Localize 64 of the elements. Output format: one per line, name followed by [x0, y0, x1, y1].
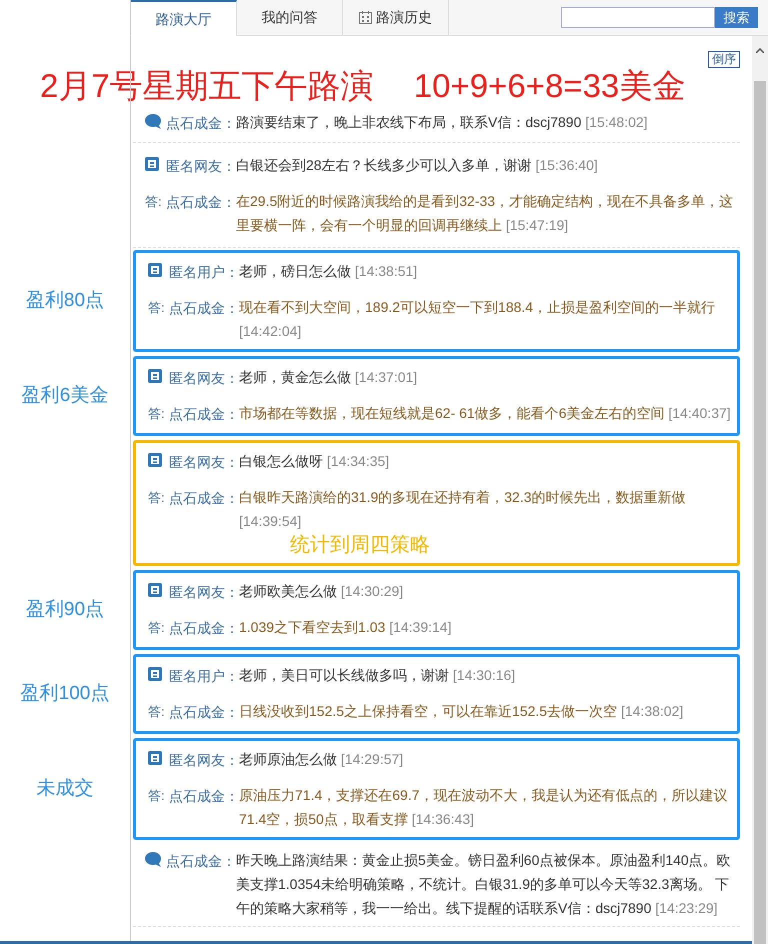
- calendar-icon: [359, 11, 372, 24]
- message-text: 昨天晚上路演结果：黄金止损5美金。镑日盈利60点被保本。原油盈利140点。欧美支撑1.0354未给明确策略，不统计。白银31.9的多单可以今天等32.3离场。 下午的策略大家稍等，我一一给出。线下提醒的话联系V信：dscj7890 [14:23:29]: [236, 851, 732, 918]
- answer-label: 答:: [148, 490, 165, 505]
- user-icon: [148, 583, 162, 597]
- answer-label: 答:: [148, 788, 165, 803]
- answer-label: 答:: [148, 406, 165, 421]
- annotation-label: 盈利80点: [26, 288, 104, 313]
- author-name: 点石成金：: [169, 619, 239, 638]
- message-text: 白银昨天路演给的31.9的多现在还持有着，32.3的时候先出，数据重新做 [14:39:54]: [239, 488, 686, 531]
- author-name: 点石成金：: [169, 489, 239, 508]
- user-icon: [148, 751, 162, 765]
- message-text: 市场都在等数据，现在短线就是62- 61做多，能看个6美金左右的空间 [14:40:37]: [239, 404, 732, 423]
- scrollbar-thumb[interactable]: [754, 81, 766, 944]
- user-icon: [145, 157, 159, 171]
- scrollbar[interactable]: [752, 36, 768, 944]
- headline-text: 2月7号星期五下午路演: [40, 68, 374, 104]
- author-name: 匿名网友：: [169, 453, 239, 472]
- scroll-up-icon[interactable]: [756, 48, 764, 53]
- message-text: 1.039之下看空去到1.03 [14:39:14]: [239, 618, 452, 637]
- message-text: 老师，磅日怎么做 [14:38:51]: [239, 262, 418, 281]
- author-name: 匿名用户：: [169, 263, 239, 282]
- user-icon: [148, 263, 162, 277]
- annotation-label: 未成交: [36, 776, 94, 801]
- author-name: 匿名网友：: [169, 369, 239, 388]
- author-name: 点石成金：: [166, 193, 236, 212]
- user-icon: [148, 667, 162, 681]
- message-text: 在29.5附近的时候路演我给的是看到32-33，才能确定结构，现在不具备多单，这里要横一阵，会有一个明显的回调再继续上 [15:47:19]: [236, 192, 734, 235]
- message-text: 老师欧美怎么做 [14:30:29]: [239, 582, 404, 601]
- answer-label: 答:: [148, 704, 165, 719]
- headline-text: 10+9+6+8=33美金: [414, 68, 686, 104]
- message-text: 老师原油怎么做 [14:29:57]: [239, 750, 404, 769]
- tab[interactable]: 路演大厅: [131, 0, 237, 36]
- author-name: 点石成金：: [169, 787, 239, 806]
- message-text: 白银怎么做呀 [14:34:35]: [239, 452, 390, 471]
- answer-label: 答:: [145, 194, 162, 209]
- speech-bubble-icon: [145, 114, 162, 129]
- search-field[interactable]: [561, 7, 715, 28]
- user-icon: [148, 369, 162, 383]
- message-text: 原油压力71.4，支撑还在69.7，现在波动不大，我是认为还有低点的，所以建议71.4空，损50点，取看支撑 [14:36:43]: [239, 786, 728, 829]
- message-text: 老师，黄金怎么做 [14:37:01]: [239, 368, 418, 387]
- search-button[interactable]: 搜索: [715, 7, 758, 28]
- author-name: 点石成金：: [169, 405, 239, 424]
- author-name: 点石成金：: [166, 114, 236, 133]
- author-name: 点石成金：: [166, 852, 236, 871]
- message-text: 白银还会到28左右？长线多少可以入多单，谢谢 [15:36:40]: [236, 156, 599, 175]
- answer-label: 答:: [148, 620, 165, 635]
- author-name: 匿名网友：: [166, 157, 236, 176]
- message-text: 日线没收到152.5之上保持看空，可以在靠近152.5去做一次空 [14:38:02]: [239, 702, 684, 721]
- author-name: 点石成金：: [169, 703, 239, 722]
- speech-bubble-icon: [145, 852, 162, 867]
- author-name: 匿名网友：: [169, 751, 239, 770]
- annotation-note: 统计到周四策略: [290, 533, 430, 557]
- message-text: 路演要结束了，晚上非农线下布局，联系V信：dscj7890 [15:48:02]: [236, 113, 649, 132]
- answer-label: 答:: [148, 300, 165, 315]
- annotation-label: 盈利100点: [20, 682, 110, 706]
- annotation-label: 盈利90点: [26, 598, 104, 622]
- message-text: 老师，美日可以长线做多吗，谢谢 [14:30:16]: [239, 666, 516, 685]
- author-name: 点石成金：: [169, 299, 239, 318]
- message-text: 现在看不到大空间，189.2可以短空一下到188.4，止损是盈利空间的一半就行 [14:42:04]: [239, 298, 716, 341]
- user-icon: [148, 453, 162, 467]
- annotation-label: 盈利6美金: [22, 384, 108, 408]
- sort-button[interactable]: 倒序: [708, 51, 740, 68]
- author-name: 匿名网友：: [169, 583, 239, 602]
- author-name: 匿名用户：: [169, 667, 239, 686]
